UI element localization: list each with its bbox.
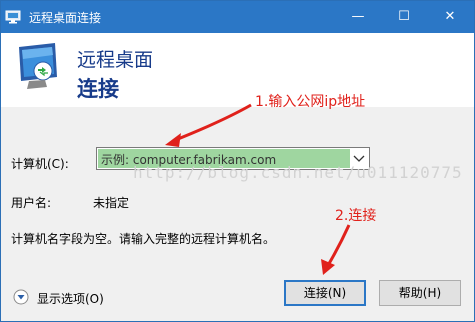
remote-desktop-monitor-icon [19, 43, 57, 89]
computer-label: 计算机(C): [11, 157, 69, 171]
annotation-arrow-2 [325, 224, 351, 268]
close-button[interactable]: ✕ [427, 1, 473, 33]
remote-desktop-window: 远程桌面连接 — ☐ ✕ 远程桌面 连接 1.输入公网ip地址 计算机(C): … [0, 0, 475, 322]
annotation-step1: 1.输入公网ip地址 [255, 94, 366, 110]
help-button[interactable]: 帮助(H) [379, 280, 461, 306]
header-title-line1: 远程桌面 [77, 49, 154, 71]
show-options-label[interactable]: 显示选项(O) [37, 290, 104, 307]
watermark-text: http://blog.csdn.net/u011120775 [133, 163, 463, 182]
maximize-button[interactable]: ☐ [381, 1, 427, 33]
minimize-button[interactable]: — [335, 1, 381, 33]
username-label: 用户名: [11, 196, 52, 210]
title-bar[interactable]: 远程桌面连接 — ☐ ✕ [1, 1, 474, 33]
remote-desktop-app-icon [5, 10, 21, 24]
annotation-arrowhead-1 [165, 133, 181, 147]
annotation-arrow-1 [172, 103, 252, 143]
header-banner: 远程桌面 连接 [1, 33, 474, 107]
annotation-arrowhead-2 [321, 259, 335, 275]
username-value: 未指定 [93, 196, 130, 210]
info-message: 计算机名字段为空。请输入完整的远程计算机名。 [11, 232, 276, 246]
header-title-line2: 连接 [77, 77, 119, 101]
annotation-step2: 2.连接 [335, 208, 377, 224]
window-title: 远程桌面连接 [29, 11, 102, 25]
connect-button[interactable]: 连接(N) [284, 280, 366, 306]
expand-circle-icon[interactable] [13, 289, 29, 305]
